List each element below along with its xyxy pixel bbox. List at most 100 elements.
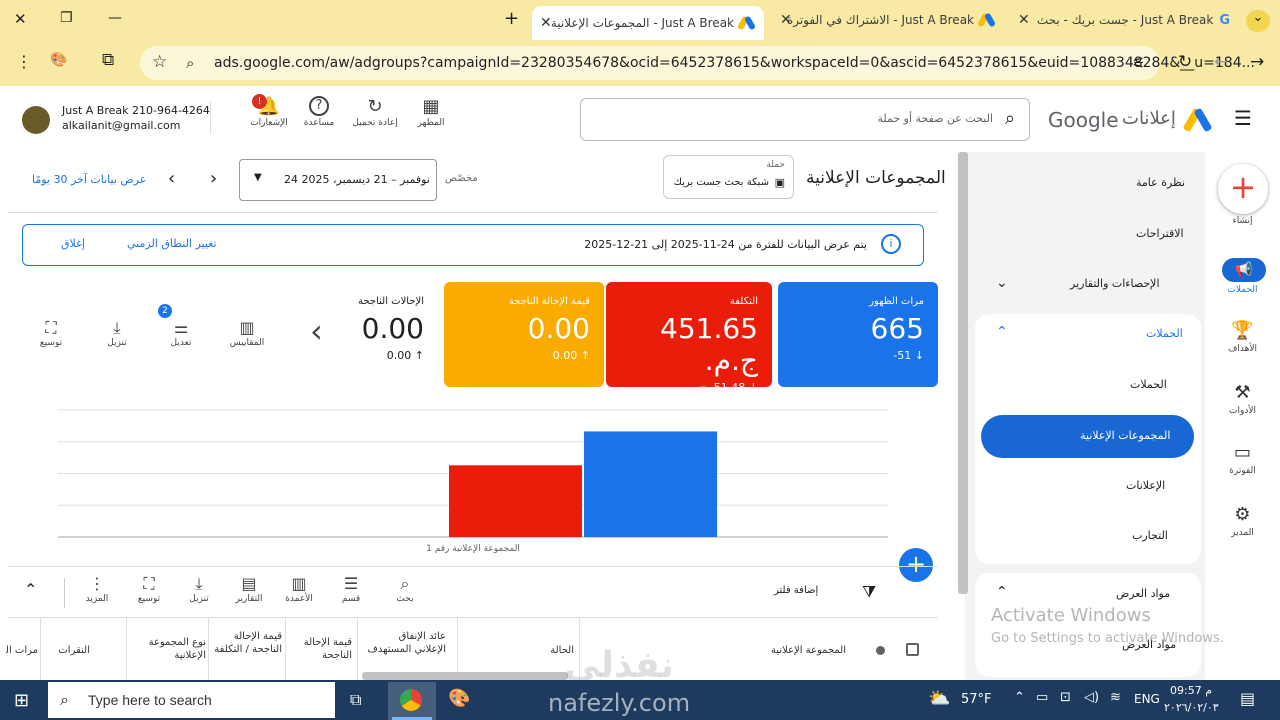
filter-icon[interactable]: ⧩ <box>862 582 876 602</box>
tab-billing[interactable]: ✕ Just A Break - الاشتراك في الفوترة <box>780 0 1002 40</box>
campaign-selector[interactable]: حملة شبكة بحث جست بريك ▣ <box>663 155 794 199</box>
nav-item-overview[interactable]: نظرة عامة <box>1136 176 1185 189</box>
reload-label: إعادة تحميل <box>352 118 398 128</box>
appearance-button[interactable]: ▦ المظهر <box>408 96 454 128</box>
nav-item-ads[interactable]: الإعلانات <box>1126 479 1165 492</box>
col-adgroup-type[interactable]: نوع المجموعة الإعلانية <box>132 636 206 662</box>
last-30-days-link[interactable]: عرض بيانات آخر 30 يومًا <box>32 173 146 186</box>
chevron-up-icon[interactable]: ⌃ <box>996 584 1008 600</box>
window-restore-icon[interactable]: ❐ <box>60 10 73 26</box>
taskbar-search-box[interactable]: ⌕ Type here to search <box>48 682 335 718</box>
nav-item-recommendations[interactable]: الاقتراحات <box>1136 227 1184 240</box>
rail-billing[interactable]: ▭ الفوترة <box>1205 442 1280 476</box>
chrome-taskbar-button[interactable] <box>388 682 436 720</box>
col-target-roas[interactable]: عائد الإنفاق الإعلاني المستهدف <box>366 630 446 656</box>
tab-adgroups[interactable]: ✕ Just A Break - المجموعات الإعلانية <box>532 6 764 40</box>
col-impressions[interactable]: مرات الظهور <box>6 644 38 657</box>
language-indicator[interactable]: ENG <box>1134 692 1160 706</box>
megaphone-icon[interactable]: 📢 <box>1222 258 1266 282</box>
nav-item-campaigns[interactable]: الحملات <box>1130 378 1167 391</box>
change-range-link[interactable]: تغيير النطاق الزمني <box>127 237 217 250</box>
date-range-picker[interactable]: ▼ 24 نوفمبر – 21 ديسمبر، 2025 <box>239 159 437 201</box>
table-expand-button[interactable]: ⛶ توسيع <box>124 574 174 604</box>
ads-wordmark: إعلانات <box>1122 108 1176 129</box>
adjust-button[interactable]: ⚌ تعديل 2 <box>156 304 206 348</box>
nav-section-assets[interactable]: مواد العرض <box>1116 587 1170 600</box>
col-conv-value-cost[interactable]: قيمة الإحالة الناجحة / التكلفة <box>212 630 282 656</box>
kpi-conversions[interactable]: الإحالات الناجحة 0.00 ↑ 0.00 <box>354 282 438 387</box>
table-search-button[interactable]: ⌕ بحث <box>380 574 430 604</box>
new-tab-button[interactable]: + <box>504 8 519 29</box>
reload-button[interactable]: ↻ إعادة تحميل <box>352 96 398 128</box>
dismiss-link[interactable]: إغلاق <box>61 237 85 250</box>
nav-item-experiments[interactable]: التجارب <box>1132 529 1168 542</box>
rail-campaigns-label[interactable]: الحملات <box>1205 285 1280 295</box>
col-clicks[interactable]: النقرات <box>58 644 90 657</box>
reload-icon[interactable]: ↻ <box>1178 52 1192 72</box>
tab-close-icon[interactable]: ✕ <box>780 12 792 28</box>
col-conv-value[interactable]: قيمة الإحالة الناجحة <box>290 636 352 662</box>
metrics-button[interactable]: ▥ المقاييس <box>222 318 272 348</box>
clock-time[interactable]: 09:57 م <box>1170 684 1212 697</box>
notification-center-icon[interactable]: ▤ <box>1240 689 1255 708</box>
kpi-impressions[interactable]: مرات الظهور 665 ↓ 51- <box>778 282 938 387</box>
device-icon[interactable]: ⊡ <box>1060 690 1071 705</box>
help-button[interactable]: ? مساعدة <box>296 96 342 128</box>
volume-icon[interactable]: ◁) <box>1084 690 1099 705</box>
table-download-button[interactable]: ⤓ تنزيل <box>174 574 224 604</box>
tab-search[interactable]: ✕ G Just A Break - جست بريك - بحث <box>1018 0 1236 40</box>
page-scrollbar[interactable] <box>958 152 968 594</box>
kpi-conv-value[interactable]: قيمة الإحالة الناجحة 0.00 ↑ 0.00 <box>444 282 604 387</box>
col-adgroup[interactable]: المجموعة الإعلانية <box>760 644 846 657</box>
browser-menu-icon[interactable]: ⋮ <box>16 52 32 71</box>
extension-icon[interactable]: 🎨 <box>50 52 67 68</box>
kpi-next-icon[interactable]: ‹ <box>310 312 323 350</box>
nav-item-stats[interactable]: الإحصاءات والتقارير <box>1070 277 1160 290</box>
tab-close-icon[interactable]: ✕ <box>1018 12 1030 28</box>
download-button[interactable]: ⤓ تنزيل <box>92 318 142 348</box>
create-plus-icon[interactable]: + <box>1218 164 1268 214</box>
account-avatar[interactable] <box>22 106 50 134</box>
table-scrollbar[interactable] <box>362 672 568 680</box>
expand-button[interactable]: ⛶ توسيع <box>26 318 76 348</box>
rail-goals[interactable]: 🏆 الأهداف <box>1205 320 1280 354</box>
prev-period-icon[interactable]: ‹ <box>168 168 175 189</box>
select-all-checkbox[interactable] <box>906 643 919 656</box>
forward-icon[interactable]: ← <box>1214 52 1228 72</box>
paint-app-icon[interactable]: 🎨 <box>448 688 470 709</box>
window-minimize-icon[interactable]: — <box>108 10 122 26</box>
windows-start-icon[interactable]: ⊞ <box>14 690 29 711</box>
clock-date[interactable]: ٢٠٢٦/٠٢/٠٣ <box>1164 701 1219 714</box>
chevron-up-icon[interactable]: ⌃ <box>996 324 1008 340</box>
bookmark-star-icon[interactable]: ☆ <box>152 52 167 72</box>
wifi-icon[interactable]: ≋ <box>1110 690 1121 705</box>
back-icon[interactable]: → <box>1250 52 1264 72</box>
battery-icon[interactable]: ▭ <box>1036 690 1048 705</box>
rail-admin[interactable]: ⚙ المدير <box>1205 504 1280 538</box>
chevron-down-icon[interactable]: ⌄ <box>996 275 1008 291</box>
add-fab-icon[interactable]: + <box>899 548 933 582</box>
columns-button[interactable]: ▥ الأعمدة <box>274 574 324 604</box>
kpi-cost[interactable]: التكلفة 451.65 ج.م. ↓ 51.48- ج.م. <box>606 282 772 394</box>
tab-close-icon[interactable]: ✕ <box>540 15 552 31</box>
extensions-icon[interactable]: ⧉ <box>102 50 114 70</box>
adjust-badge: 2 <box>158 304 172 318</box>
reports-button[interactable]: ▤ التقارير <box>224 574 274 604</box>
weather-temp[interactable]: 57°F <box>961 692 992 707</box>
site-settings-icon[interactable]: ⚟ <box>1132 54 1145 72</box>
window-close-icon[interactable]: ✕ <box>14 10 27 28</box>
segment-button[interactable]: ☰ قسم <box>326 574 376 604</box>
add-filter-link[interactable]: إضافة فلتر <box>774 585 818 596</box>
tab-search-menu-icon[interactable]: ⌄ <box>1246 10 1270 32</box>
nav-section-campaigns[interactable]: الحملات <box>1146 327 1183 340</box>
rail-tools[interactable]: ⚒ الأدوات <box>1205 382 1280 416</box>
collapse-up-icon[interactable]: ⌃ <box>24 580 37 599</box>
more-button[interactable]: ⋮ المزيد <box>72 574 122 604</box>
divider <box>126 618 127 680</box>
notifications-button[interactable]: 🔔 الإشعارات ! <box>246 94 292 128</box>
hamburger-menu-icon[interactable]: ☰ <box>1234 106 1252 130</box>
next-period-icon[interactable]: › <box>210 168 217 189</box>
tray-chevron-icon[interactable]: ⌃ <box>1014 690 1025 705</box>
task-view-icon[interactable]: ⧉ <box>350 690 361 710</box>
search-field[interactable]: ⌕ البحث عن صفحة أو حملة <box>580 98 1030 141</box>
